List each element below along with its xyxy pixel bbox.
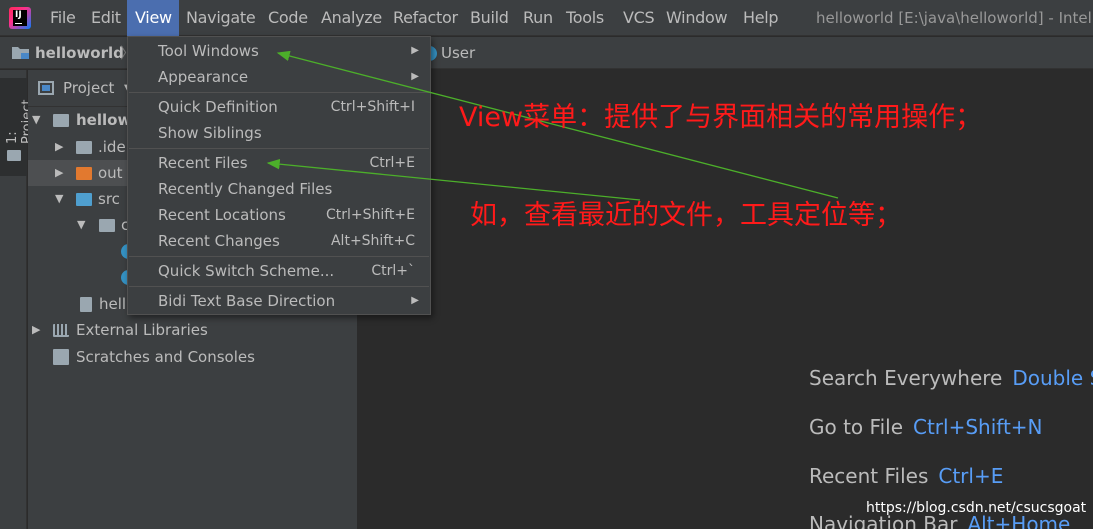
- hint-go-to-file: Go to File Ctrl+Shift+N: [809, 415, 1043, 439]
- hint-label: Search Everywhere: [809, 366, 1003, 390]
- tree-item-label: out: [98, 164, 123, 182]
- intellij-logo-icon: IJ: [9, 7, 31, 29]
- hint-label: Recent Files: [809, 464, 929, 488]
- menu-separator: [129, 148, 429, 149]
- breadcrumb-project[interactable]: helloworld: [35, 37, 124, 69]
- menu-item-label: Bidi Text Base Direction: [158, 292, 336, 310]
- menu-item-shortcut: Ctrl+E: [369, 155, 416, 171]
- project-view-selector[interactable]: Project: [63, 70, 114, 107]
- window-title: helloworld [E:\java\helloworld] - Intell…: [816, 9, 1093, 27]
- menu-tools[interactable]: Tools: [564, 0, 606, 36]
- breadcrumb-file[interactable]: User: [441, 37, 475, 69]
- module-folder-icon: [53, 114, 69, 127]
- menu-view[interactable]: View: [127, 0, 179, 36]
- menu-item-recent-files[interactable]: Recent Files Ctrl+E: [128, 150, 430, 176]
- menu-item-recently-changed-files[interactable]: Recently Changed Files: [128, 176, 430, 202]
- tree-item-label: hell: [99, 295, 127, 313]
- annotation-line-2: 如，查看最近的文件，工具定位等；: [470, 200, 902, 231]
- hint-shortcut: Double Sh: [1012, 366, 1093, 390]
- folder-icon: [76, 141, 92, 154]
- submenu-arrow-icon: ▶: [411, 295, 419, 306]
- tree-item-scratches[interactable]: Scratches and Consoles: [28, 344, 358, 370]
- menu-item-appearance[interactable]: Appearance ▶: [128, 64, 430, 90]
- menu-item-show-siblings[interactable]: Show Siblings: [128, 120, 430, 146]
- menu-item-recent-changes[interactable]: Recent Changes Alt+Shift+C: [128, 228, 430, 254]
- folder-icon: [7, 150, 21, 161]
- watermark: https://blog.csdn.net/csucsgoat: [866, 500, 1087, 516]
- menu-item-shortcut: Ctrl+Shift+E: [325, 207, 415, 223]
- menu-item-label: Quick Definition: [158, 98, 278, 116]
- module-file-icon: [80, 297, 92, 312]
- menu-item-bidi-text-direction[interactable]: Bidi Text Base Direction ▶: [128, 288, 430, 314]
- package-icon: [99, 219, 115, 232]
- menu-item-label: Quick Switch Scheme...: [158, 262, 335, 280]
- expand-arrow-icon[interactable]: ▶: [32, 317, 40, 343]
- menu-item-label: Recently Changed Files: [158, 180, 333, 198]
- expand-arrow-icon[interactable]: ▶: [55, 134, 63, 160]
- menu-item-quick-switch-scheme[interactable]: Quick Switch Scheme... Ctrl+`: [128, 258, 430, 284]
- menu-separator: [129, 286, 429, 287]
- menu-code[interactable]: Code: [266, 0, 310, 36]
- hint-shortcut: Ctrl+E: [938, 464, 1004, 488]
- menu-item-label: Recent Changes: [158, 232, 280, 250]
- menu-build[interactable]: Build: [468, 0, 511, 36]
- menu-refactor[interactable]: Refactor: [391, 0, 460, 36]
- menu-window[interactable]: Window: [664, 0, 729, 36]
- tree-item-label: .ide: [98, 138, 126, 156]
- menu-bar: IJ File Edit View Navigate Code Analyze …: [0, 0, 1093, 36]
- menu-run[interactable]: Run: [521, 0, 555, 36]
- expand-arrow-icon[interactable]: ▶: [55, 160, 63, 186]
- submenu-arrow-icon: ▶: [411, 45, 419, 56]
- menu-file[interactable]: File: [48, 0, 78, 36]
- expand-arrow-icon[interactable]: ▼: [55, 186, 63, 212]
- menu-item-label: Recent Files: [158, 154, 248, 172]
- annotation-line-1: View菜单：提供了与界面相关的常用操作；: [459, 102, 983, 133]
- tree-item-label: External Libraries: [76, 321, 208, 339]
- menu-item-label: Appearance: [158, 68, 249, 86]
- editor-empty-area[interactable]: [359, 70, 1093, 529]
- tree-item-external-libraries[interactable]: ▶ External Libraries: [28, 317, 358, 343]
- menu-item-shortcut: Ctrl+`: [371, 263, 415, 279]
- hint-search-everywhere: Search Everywhere Double Sh: [809, 366, 1093, 390]
- hint-recent-files: Recent Files Ctrl+E: [809, 464, 1003, 488]
- menu-item-label: Recent Locations: [158, 206, 286, 224]
- expand-arrow-icon[interactable]: ▼: [77, 212, 85, 238]
- menu-edit[interactable]: Edit: [89, 0, 123, 36]
- project-folder-icon: [12, 47, 29, 59]
- menu-help[interactable]: Help: [741, 0, 780, 36]
- menu-item-quick-definition[interactable]: Quick Definition Ctrl+Shift+I: [128, 94, 430, 120]
- menu-item-shortcut: Ctrl+Shift+I: [330, 99, 415, 115]
- excluded-folder-icon: [76, 167, 92, 180]
- tree-item-label: Scratches and Consoles: [76, 348, 255, 366]
- hint-label: Go to File: [809, 415, 903, 439]
- menu-vcs[interactable]: VCS: [621, 0, 656, 36]
- menu-navigate[interactable]: Navigate: [184, 0, 257, 36]
- project-view-icon: [38, 81, 54, 95]
- menu-item-shortcut: Alt+Shift+C: [330, 233, 415, 249]
- menu-separator: [129, 92, 429, 93]
- view-dropdown-menu: Tool Windows ▶ Appearance ▶ Quick Defini…: [127, 36, 431, 315]
- tree-item-label: src: [98, 190, 120, 208]
- menu-item-label: Show Siblings: [158, 124, 262, 142]
- menu-analyze[interactable]: Analyze: [319, 0, 384, 36]
- scratches-icon: [53, 349, 69, 365]
- expand-arrow-icon[interactable]: ▼: [32, 107, 40, 133]
- source-folder-icon: [76, 193, 92, 206]
- menu-item-label: Tool Windows: [158, 42, 259, 60]
- submenu-arrow-icon: ▶: [411, 71, 419, 82]
- library-icon: [53, 324, 69, 337]
- hint-shortcut: Ctrl+Shift+N: [913, 415, 1043, 439]
- menu-item-tool-windows[interactable]: Tool Windows ▶: [128, 38, 430, 64]
- tree-item-label: hellow: [76, 111, 132, 129]
- menu-separator: [129, 256, 429, 257]
- menu-item-recent-locations[interactable]: Recent Locations Ctrl+Shift+E: [128, 202, 430, 228]
